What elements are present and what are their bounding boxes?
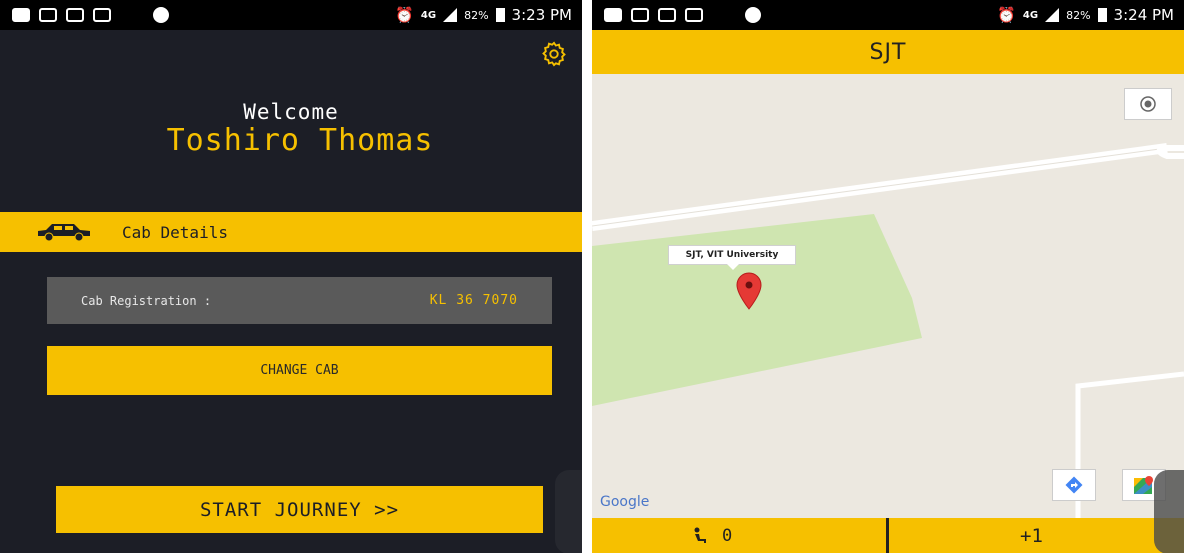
edge-panel-handle[interactable] — [555, 470, 582, 553]
page-title: SJT — [592, 30, 1184, 74]
status-bar: ⏰ 4G 82% 3:23 PM — [0, 0, 582, 30]
alarm-icon: ⏰ — [395, 6, 414, 24]
cab-details-screen: ⏰ 4G 82% 3:23 PM Welcome Toshiro Thomas … — [0, 0, 582, 553]
edge-panel-handle[interactable] — [1154, 470, 1184, 553]
passenger-count: 0 — [722, 525, 733, 546]
map-view[interactable]: SJT, VIT University Google — [592, 74, 1184, 518]
change-cab-button[interactable]: CHANGE CAB — [47, 346, 552, 395]
passenger-counter: 0 — [692, 526, 732, 546]
battery-icon — [495, 8, 505, 22]
car-icon — [38, 224, 90, 242]
bottom-divider — [886, 518, 889, 553]
battery-percent: 82% — [464, 8, 489, 22]
seat-icon — [694, 527, 706, 543]
registration-label: Cab Registration : — [81, 293, 212, 308]
car-notification-icon — [658, 8, 676, 22]
gallery-icon — [631, 8, 649, 22]
signal-icon — [1045, 8, 1060, 22]
maps-icon — [1134, 476, 1153, 494]
my-location-button[interactable] — [1124, 88, 1172, 120]
directions-button[interactable] — [1052, 469, 1096, 501]
status-bar: ⏰ 4G 82% 3:24 PM — [592, 0, 1184, 30]
network-type: 4G — [420, 9, 437, 21]
directions-icon — [1065, 476, 1083, 494]
map-screen: ⏰ 4G 82% 3:24 PM SJT SJT, VIT University… — [592, 0, 1184, 553]
map-pin-icon[interactable] — [735, 272, 763, 310]
network-type: 4G — [1022, 9, 1039, 21]
registration-value: KL 36 7070 — [429, 293, 518, 308]
google-attribution: Google — [600, 494, 649, 510]
cab-details-header: Cab Details — [0, 212, 582, 252]
target-icon — [1140, 96, 1156, 112]
whatsapp-icon — [153, 7, 169, 23]
cab-details-label: Cab Details — [122, 222, 228, 242]
increment-button[interactable]: +1 — [1020, 525, 1043, 547]
registration-row: Cab Registration : KL 36 7070 — [47, 277, 552, 324]
battery-percent: 82% — [1066, 8, 1091, 22]
signal-icon — [443, 8, 458, 22]
gear-icon[interactable] — [540, 40, 568, 68]
message-icon — [12, 8, 30, 22]
app-notification-icon — [93, 8, 111, 22]
app-notification-icon — [685, 8, 703, 22]
car-notification-icon — [66, 8, 84, 22]
clock: 3:24 PM — [1113, 6, 1174, 24]
user-name: Toshiro Thomas — [166, 123, 434, 158]
google-wordmark: Google — [600, 494, 650, 510]
welcome-label: Welcome — [243, 100, 339, 124]
clock: 3:23 PM — [511, 6, 572, 24]
message-icon — [604, 8, 622, 22]
bottom-bar: 0 +1 — [592, 518, 1184, 553]
marker-info-window[interactable]: SJT, VIT University — [668, 245, 796, 270]
start-journey-button[interactable]: START JOURNEY >> — [56, 486, 543, 533]
gallery-icon — [39, 8, 57, 22]
map-tiles[interactable] — [592, 74, 1184, 518]
screen-divider — [582, 0, 592, 553]
whatsapp-icon — [745, 7, 761, 23]
alarm-icon: ⏰ — [997, 6, 1016, 24]
battery-icon — [1097, 8, 1107, 22]
